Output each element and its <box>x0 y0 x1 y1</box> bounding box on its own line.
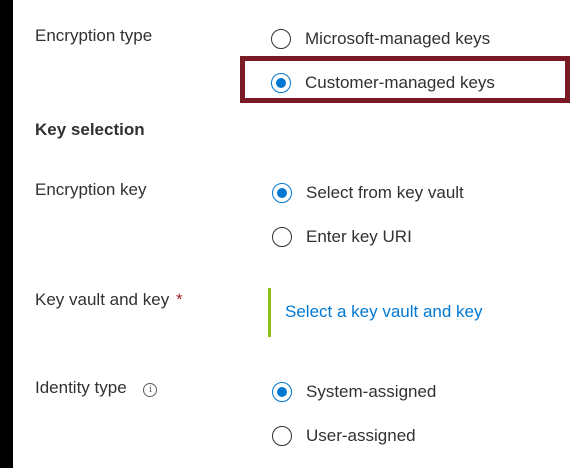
key-vault-and-key-label: Key vault and key * <box>35 290 183 310</box>
radio-user-assigned[interactable]: User-assigned <box>272 423 416 449</box>
identity-type-label: Identity type i <box>35 378 158 398</box>
radio-label: Enter key URI <box>306 227 412 246</box>
radio-label: User-assigned <box>306 426 416 445</box>
required-marker: * <box>175 290 183 309</box>
radio-circle-icon[interactable] <box>272 426 292 446</box>
radio-system-assigned[interactable]: System-assigned <box>272 379 436 405</box>
radio-label: System-assigned <box>306 382 437 401</box>
encryption-settings-panel: Encryption type Microsoft-managed keys C… <box>13 0 574 468</box>
picker-accent-bar <box>268 288 271 337</box>
radio-selected-icon[interactable] <box>272 183 292 203</box>
radio-selected-icon[interactable] <box>272 382 292 402</box>
radio-enter-key-uri[interactable]: Enter key URI <box>272 224 412 250</box>
radio-microsoft-managed-keys[interactable]: Microsoft-managed keys <box>271 26 490 52</box>
key-vault-label-text: Key vault and key <box>35 290 170 309</box>
radio-label: Select from key vault <box>306 183 464 202</box>
radio-circle-icon[interactable] <box>272 227 292 247</box>
radio-select-from-key-vault[interactable]: Select from key vault <box>272 180 464 206</box>
radio-label: Microsoft-managed keys <box>305 29 491 48</box>
radio-circle-icon[interactable] <box>271 29 291 49</box>
encryption-type-label: Encryption type <box>35 26 153 45</box>
highlight-box <box>240 56 570 103</box>
key-selection-title: Key selection <box>35 120 145 139</box>
identity-type-label-text: Identity type <box>35 378 127 397</box>
select-key-vault-link[interactable]: Select a key vault and key <box>285 302 483 322</box>
info-icon[interactable]: i <box>143 383 158 397</box>
encryption-key-label: Encryption key <box>35 180 147 199</box>
